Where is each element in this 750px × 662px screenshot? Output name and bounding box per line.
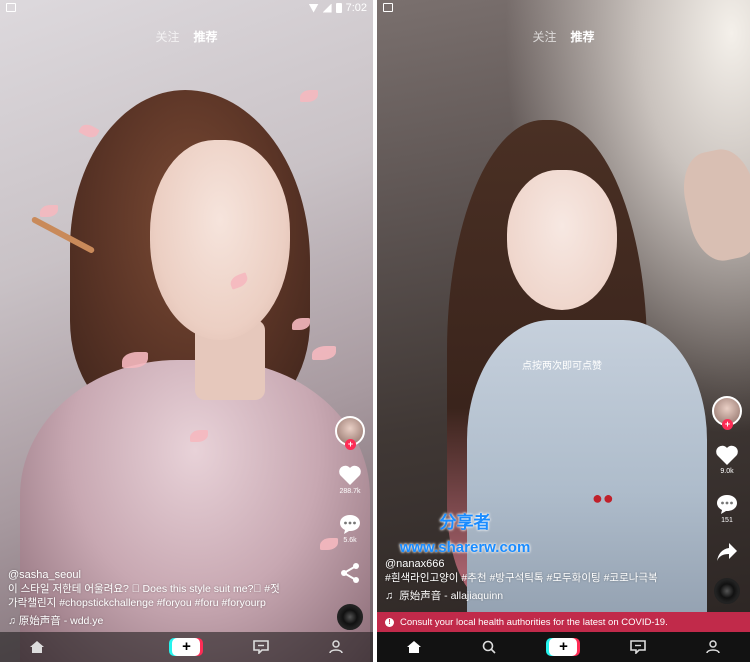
video-face — [507, 170, 617, 310]
music-text: ♫ 原始声音 - wdd.ye — [8, 615, 104, 627]
petal — [312, 346, 336, 360]
petal — [300, 90, 318, 102]
video-caption: @sasha_seoul 이 스타일 저한테 어울려요? 🏽 Does this… — [8, 568, 280, 628]
creator-avatar[interactable]: + — [712, 396, 742, 430]
nav-inbox[interactable] — [624, 637, 652, 657]
like-count: 288.7k — [339, 488, 361, 495]
music-info[interactable]: ♫ 原始声音 - allajiaquinn — [385, 589, 658, 603]
tab-following[interactable]: 关注 — [155, 28, 179, 45]
home-icon — [407, 641, 422, 653]
status-bar — [377, 0, 750, 16]
comment-count: 151 — [721, 517, 733, 524]
gallery-icon — [6, 3, 16, 12]
music-disc-icon — [714, 578, 740, 604]
comment-button[interactable]: 5.6k — [338, 513, 362, 544]
petal — [40, 205, 58, 217]
feed-tabs: 关注 推荐 — [377, 28, 750, 45]
inbox-icon — [253, 640, 269, 654]
tab-following[interactable]: 关注 — [532, 28, 556, 45]
site-watermark: 分享者 www.sharerw.com — [375, 508, 555, 556]
music-note-icon: ♫ — [385, 590, 394, 602]
nav-home[interactable] — [23, 637, 51, 657]
wifi-icon — [308, 3, 319, 13]
action-column: + 288.7k 5.6k — [333, 416, 367, 630]
share-button[interactable] — [339, 562, 361, 584]
status-time: 7:02 — [345, 2, 367, 14]
share-icon — [717, 543, 737, 561]
bottom-nav: + — [377, 632, 750, 662]
nav-create[interactable]: + — [172, 637, 201, 657]
music-disc-icon — [337, 604, 363, 630]
battery-icon — [335, 3, 342, 13]
watermark-title: 分享者 — [439, 513, 491, 532]
caption-line-1[interactable]: #흰색라인고양이 #추천 #방구석틱톡 #모두화이팅 #코로나극복 — [385, 571, 658, 585]
like-count: 9.0k — [720, 468, 734, 475]
music-disc-button[interactable] — [714, 578, 740, 604]
video-caption: @nanax666 #흰색라인고양이 #추천 #방구석틱톡 #모두화이팅 #코로… — [385, 557, 658, 603]
creator-avatar[interactable]: + — [335, 416, 365, 450]
music-info[interactable]: ♫ 原始声音 - wdd.ye — [8, 614, 280, 628]
action-column: + 9.0k 151 — [710, 396, 744, 604]
nav-inbox[interactable] — [247, 637, 275, 657]
caption-line-1: 이 스타일 저한테 어울려요? 🏽 Does this style suit m… — [8, 583, 280, 595]
like-button[interactable]: 288.7k — [338, 464, 362, 495]
share-icon — [341, 563, 359, 583]
profile-icon — [705, 640, 720, 654]
nav-discover[interactable] — [98, 637, 126, 657]
follow-plus-icon[interactable]: + — [345, 439, 356, 450]
gallery-icon — [383, 3, 393, 12]
creator-username[interactable]: @sasha_seoul — [8, 568, 280, 582]
follow-plus-icon[interactable]: + — [722, 419, 733, 430]
double-tap-hint: 点按两次即可点赞 — [522, 361, 602, 372]
watermark-url: www.sharerw.com — [399, 539, 531, 556]
feed-tabs: 关注 推荐 — [0, 28, 373, 45]
share-button[interactable] — [716, 542, 738, 562]
nav-create[interactable]: + — [549, 637, 578, 657]
video-feed-left[interactable]: 7:02 关注 推荐 + 288.7k 5.6k @sasha_seoul 이 … — [0, 0, 373, 662]
nav-home[interactable] — [400, 637, 428, 657]
comment-icon — [340, 515, 360, 534]
petal — [78, 121, 100, 141]
profile-icon — [328, 640, 343, 654]
tab-for-you[interactable]: 推荐 — [194, 28, 218, 45]
like-button[interactable]: 9.0k — [715, 444, 739, 475]
video-face — [150, 140, 290, 340]
tab-for-you[interactable]: 推荐 — [571, 28, 595, 45]
cherry-icon: ●● — [592, 488, 614, 508]
home-icon — [30, 641, 45, 653]
covid-notice-text: Consult your local health authorities fo… — [400, 616, 668, 628]
comment-count: 5.6k — [343, 537, 357, 544]
video-feed-right[interactable]: ●● 关注 推荐 点按两次即可点赞 + 9.0k 151 @nanax666 #… — [377, 0, 750, 662]
music-text: 原始声音 - allajiaquinn — [399, 590, 504, 602]
comment-button[interactable]: 151 — [715, 493, 739, 524]
inbox-icon — [630, 640, 646, 654]
heart-icon — [339, 465, 361, 485]
comment-icon — [717, 495, 737, 514]
signal-icon — [322, 3, 332, 13]
create-icon: + — [549, 638, 578, 656]
create-icon: + — [172, 638, 201, 656]
nav-discover[interactable] — [475, 637, 503, 657]
nav-profile[interactable] — [322, 637, 350, 657]
status-bar: 7:02 — [0, 0, 373, 16]
covid-notice-banner[interactable]: ! Consult your local health authorities … — [377, 612, 750, 632]
music-disc-button[interactable] — [337, 604, 363, 630]
info-icon: ! — [385, 617, 394, 627]
nav-profile[interactable] — [699, 637, 727, 657]
heart-icon — [716, 445, 738, 465]
caption-line-2[interactable]: 가락챌린지 #chopstickchallenge #foryou #foru … — [8, 596, 280, 610]
search-icon — [482, 640, 496, 654]
creator-username[interactable]: @nanax666 — [385, 557, 658, 571]
bottom-nav: + — [0, 632, 373, 662]
